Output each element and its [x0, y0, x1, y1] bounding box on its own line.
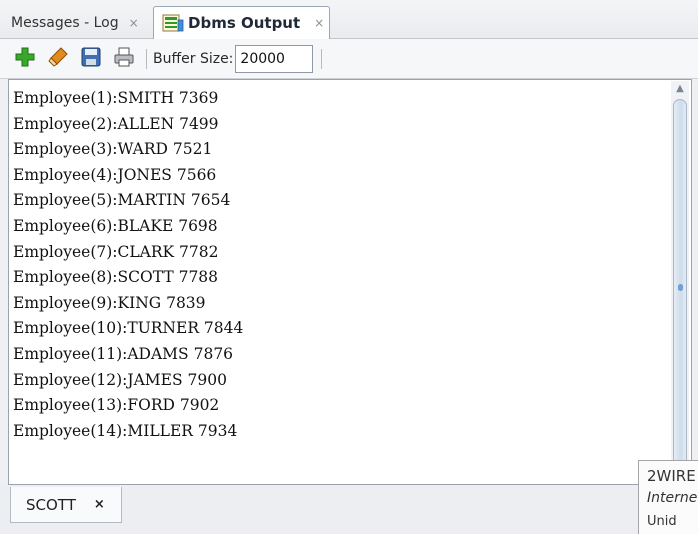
output-line: Employee(14):MILLER 7934	[13, 421, 238, 440]
tab-label: Dbms Output	[188, 14, 301, 32]
output-line: Employee(5):MARTIN 7654	[13, 191, 231, 210]
scroll-grip-icon	[678, 284, 683, 291]
output-line: Employee(9):KING 7839	[13, 293, 206, 312]
output-line: Employee(10):TURNER 7844	[13, 319, 244, 338]
output-line: Employee(6):BLAKE 7698	[13, 216, 218, 235]
close-icon[interactable]: ×	[129, 16, 139, 30]
tooltip-title: 2WIRE	[647, 467, 696, 485]
close-icon[interactable]: ×	[94, 497, 105, 512]
tooltip-extra: Unid	[647, 514, 677, 529]
connection-label: SCOTT	[26, 495, 76, 514]
output-line: Employee(4):JONES 7566	[13, 165, 217, 184]
scroll-up-icon[interactable]: ▲	[673, 82, 687, 96]
output-line: Employee(3):WARD 7521	[13, 140, 213, 159]
buffer-size-label: Buffer Size:	[153, 50, 234, 67]
enable-output-button[interactable]	[12, 46, 38, 72]
output-text: Employee(1):SMITH 7369 Employee(2):ALLEN …	[13, 86, 663, 444]
output-line: Employee(1):SMITH 7369	[13, 89, 219, 107]
tab-strip: Messages - Log × Dbms Output ×	[0, 0, 698, 39]
toolbar-separator	[146, 48, 147, 69]
eraser-icon	[47, 46, 69, 72]
save-icon	[80, 46, 102, 72]
output-area[interactable]: Employee(1):SMITH 7369 Employee(2):ALLEN …	[8, 79, 692, 485]
clear-output-button[interactable]	[45, 46, 71, 72]
save-output-button[interactable]	[78, 46, 104, 72]
close-icon[interactable]: ×	[314, 16, 324, 30]
tab-label: Messages - Log	[11, 15, 119, 31]
dbms-output-icon	[162, 14, 184, 32]
output-line: Employee(2):ALLEN 7499	[13, 114, 219, 133]
buffer-size-input[interactable]	[235, 44, 314, 73]
toolbar-separator	[321, 48, 323, 69]
print-output-button[interactable]	[111, 46, 137, 72]
output-line: Employee(13):FORD 7902	[13, 396, 220, 415]
plus-icon	[14, 46, 36, 72]
output-line: Employee(12):JAMES 7900	[13, 370, 227, 389]
output-line: Employee(7):CLARK 7782	[13, 242, 219, 261]
vertical-scrollbar[interactable]: ▲	[671, 81, 689, 481]
network-tooltip: 2WIRE Interne Unid	[638, 460, 698, 534]
print-icon	[113, 46, 135, 72]
toolbar: Buffer Size:	[0, 39, 698, 79]
tab-connection-scott[interactable]: SCOTT ×	[10, 487, 122, 523]
connection-tab-strip: SCOTT ×	[0, 485, 698, 534]
output-line: Employee(8):SCOTT 7788	[13, 268, 219, 287]
tooltip-subtitle: Interne	[647, 490, 698, 506]
dbms-output-window: Messages - Log × Dbms Output × Buffer Si…	[0, 0, 698, 534]
tab-dbms-output[interactable]: Dbms Output ×	[153, 6, 330, 39]
tab-messages-log[interactable]: Messages - Log ×	[4, 7, 152, 39]
scroll-thumb[interactable]	[673, 99, 687, 477]
output-line: Employee(11):ADAMS 7876	[13, 344, 234, 363]
